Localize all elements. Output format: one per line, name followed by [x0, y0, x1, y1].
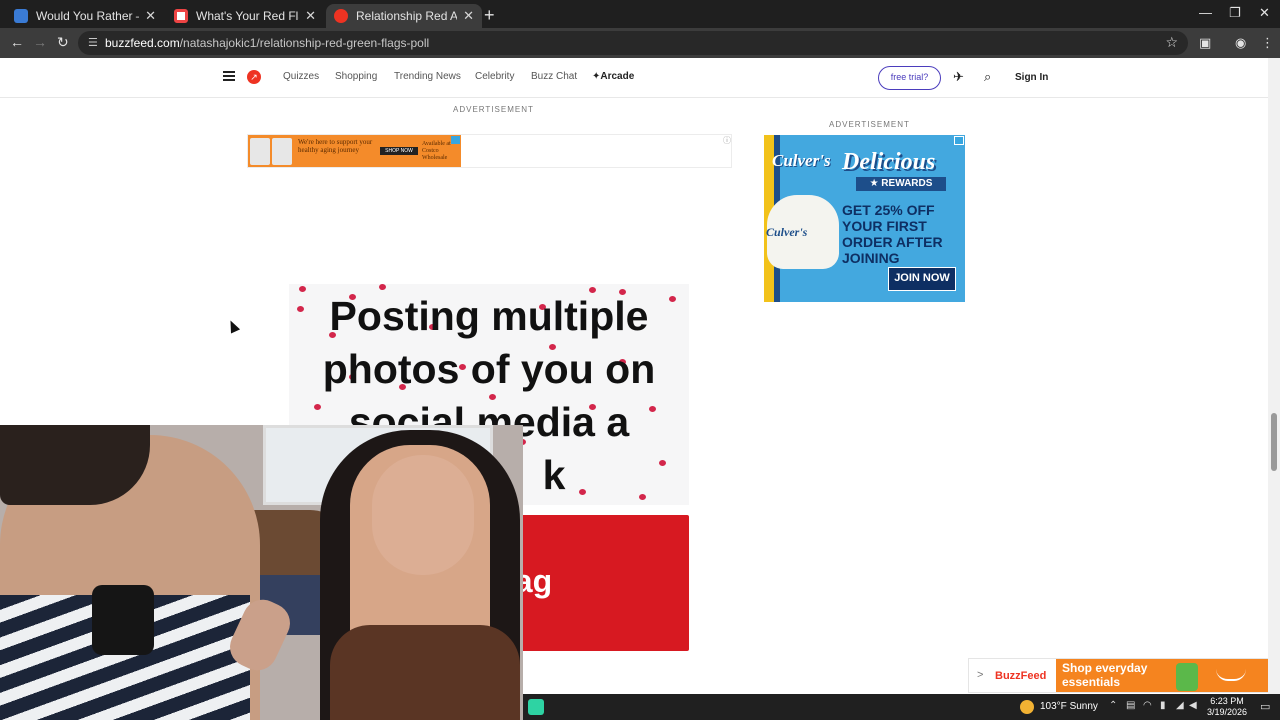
close-icon[interactable]: ✕ — [463, 8, 474, 24]
tab-label: What's Your Red Flag Quiz - wit — [196, 9, 299, 23]
address-bar[interactable]: ☰ buzzfeed.com/natashajokic1/relationshi… — [78, 31, 1188, 55]
quiz-site-icon — [14, 9, 28, 23]
hamburger-menu-icon[interactable] — [223, 71, 235, 81]
webcam-overlay — [0, 425, 523, 720]
amazon-logo — [1216, 669, 1246, 681]
chevron-up-icon[interactable]: ⌃ — [1109, 700, 1117, 711]
new-tab-button[interactable]: + — [484, 5, 495, 26]
site-nav: ↗ Quizzes Shopping Trending News Celebri… — [0, 58, 1268, 98]
page-scrollbar[interactable] — [1268, 58, 1280, 694]
ad-label: ADVERTISEMENT — [829, 120, 910, 129]
product-image — [1176, 663, 1198, 691]
ad-headline: Delicious — [842, 149, 936, 175]
site-info-icon[interactable]: ☰ — [88, 36, 98, 49]
tab-relationship-poll[interactable]: Relationship Red And Green Fla ✕ — [326, 4, 482, 28]
wifi-icon[interactable]: ◠ — [1143, 700, 1152, 711]
ad-brand: Culver's — [772, 151, 831, 170]
side-ad[interactable]: Culver's Culver's Delicious ★ REWARDS GE… — [764, 135, 965, 302]
clock[interactable]: 6:23 PM 3/19/2026 — [1201, 696, 1253, 718]
notification-icon[interactable]: ▭ — [1260, 700, 1270, 713]
promo-ad[interactable]: Shop everyday essentials — [1056, 659, 1268, 692]
chevron-right-icon[interactable]: > — [977, 669, 983, 681]
banner-shop-now-button[interactable]: SHOP NOW — [380, 147, 418, 155]
minimize-button[interactable]: — — [1199, 5, 1212, 20]
banner-ad[interactable]: We're here to support your healthy aging… — [247, 134, 732, 168]
nav-link-quizzes[interactable]: Quizzes — [283, 71, 319, 82]
weather-text[interactable]: 103°F Sunny — [1040, 701, 1098, 712]
close-window-button[interactable]: ✕ — [1259, 5, 1270, 21]
forward-button[interactable]: → — [33, 34, 47, 50]
tray-icon[interactable]: ▤ — [1126, 700, 1135, 711]
sign-in-link[interactable]: Sign In — [1015, 72, 1048, 83]
restore-button[interactable]: ❐ — [1229, 5, 1241, 21]
tab-label: Would You Rather — Play the Q — [36, 9, 139, 23]
nav-link-shopping[interactable]: Shopping — [335, 71, 377, 82]
send-icon[interactable]: ✈ — [953, 69, 964, 85]
network-icon[interactable]: ◢ — [1176, 700, 1184, 711]
media-icon[interactable]: ▣ — [1199, 35, 1211, 51]
profile-icon[interactable]: ◉ — [1235, 35, 1246, 51]
close-icon[interactable]: ✕ — [305, 8, 316, 24]
app-icon[interactable] — [528, 699, 544, 715]
microphone — [92, 585, 154, 655]
promo-text: Shop everyday essentials — [1062, 661, 1148, 689]
tab-would-you-rather[interactable]: Would You Rather — Play the Q ✕ — [6, 4, 164, 28]
buzzfeed-icon — [334, 9, 348, 23]
sun-icon — [1020, 700, 1034, 714]
banner-side-text: Available at Costco Wholesale — [422, 141, 451, 161]
adchoices-icon[interactable] — [954, 136, 964, 145]
ad-label: ADVERTISEMENT — [453, 105, 534, 114]
ad-rewards-banner: ★ REWARDS — [856, 177, 946, 191]
browser-toolbar: ← → ↻ ☰ buzzfeed.com/natashajokic1/relat… — [0, 28, 1280, 58]
nav-link-trending-news[interactable]: Trending News — [394, 71, 461, 82]
mic-icon[interactable]: ▮ — [1160, 700, 1166, 711]
promo-brand: BuzzFeed — [995, 670, 1047, 682]
search-icon[interactable]: ⌕ — [984, 69, 991, 85]
free-trial-button[interactable]: free trial? — [878, 66, 941, 90]
close-icon[interactable]: ✕ — [145, 8, 156, 24]
volume-icon[interactable]: ◀ — [1189, 700, 1197, 711]
buzzfeed-logo[interactable]: ↗ — [247, 70, 261, 84]
join-now-button[interactable]: JOIN NOW — [888, 267, 956, 291]
url-text: buzzfeed.com/natashajokic1/relationship-… — [105, 36, 430, 50]
adchoices-icon[interactable] — [451, 136, 460, 144]
reload-button[interactable]: ↻ — [57, 34, 69, 51]
bookmark-star-icon[interactable]: ☆ — [1165, 34, 1178, 51]
banner-ad-text: We're here to support your healthy aging… — [298, 138, 373, 154]
back-button[interactable]: ← — [10, 34, 24, 50]
info-icon[interactable]: ⓘ — [723, 135, 731, 146]
taskbar: 103°F Sunny ⌃ ▤ ◠ ▮ ◢ ◀ 6:23 PM 3/19/2026… — [523, 694, 1280, 720]
nav-link-buzz-chat[interactable]: Buzz Chat — [531, 71, 577, 82]
tab-red-flag-quiz[interactable]: What's Your Red Flag Quiz - wit ✕ — [166, 4, 324, 28]
bottom-promo-bar[interactable]: > BuzzFeed Shop everyday essentials — [968, 658, 1268, 693]
nav-link-arcade[interactable]: ✦Arcade — [592, 71, 634, 82]
ad-offer-text: GET 25% OFF YOUR FIRST ORDER AFTER JOINI… — [842, 202, 943, 266]
nav-link-celebrity[interactable]: Celebrity — [475, 71, 514, 82]
tab-label: Relationship Red And Green Fla — [356, 9, 458, 23]
scrollbar-thumb[interactable] — [1271, 413, 1277, 471]
ad-brand-cup: Culver's — [766, 225, 808, 239]
menu-icon[interactable]: ⋮ — [1261, 35, 1274, 51]
banner-ad-art: We're here to support your healthy aging… — [248, 135, 461, 167]
browser-tab-strip: Would You Rather — Play the Q ✕ What's Y… — [0, 0, 1280, 28]
quiz-site-icon — [174, 9, 188, 23]
